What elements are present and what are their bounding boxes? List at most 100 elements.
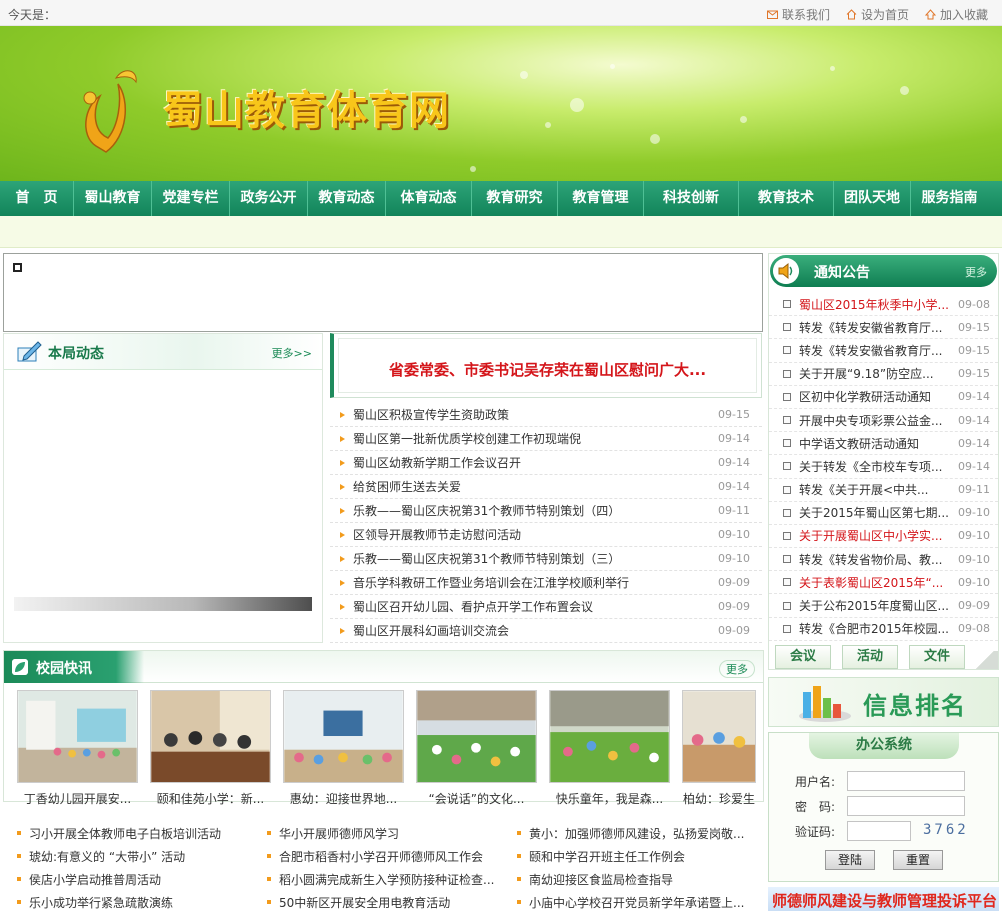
notice-item-title[interactable]: 关于表彰蜀山区2015年“...	[799, 574, 954, 591]
campus-photo[interactable]	[682, 690, 756, 783]
notice-row[interactable]: 开展中央专项彩票公益金... 09-14	[769, 409, 998, 433]
news-title[interactable]: 蜀山区第一批新优质学校创建工作初现端倪	[353, 430, 710, 447]
news-title[interactable]: 蜀山区召开幼儿园、看护点开学工作布置会议	[353, 598, 710, 615]
campus-photo-item[interactable]: 颐和佳苑小学：新...	[150, 690, 271, 807]
list-item[interactable]: 习小开展全体教师电子白板培训活动	[3, 824, 253, 842]
contact-us-link[interactable]: 联系我们	[766, 6, 830, 23]
news-row[interactable]: 蜀山区开展科幻画培训交流会 09-09	[330, 619, 762, 643]
list-item-title[interactable]: 琥幼:有意义的 “大带小” 活动	[29, 848, 185, 865]
campus-photo-caption[interactable]: 惠幼：迎接世界地...	[283, 790, 404, 807]
list-item[interactable]: 南幼迎接区食监局检查指导	[503, 870, 763, 888]
news-title[interactable]: 音乐学科教研工作暨业务培训会在江淮学校顺利举行	[353, 574, 710, 591]
nav-service-guide[interactable]: 服务指南	[911, 181, 988, 216]
campus-photo-item[interactable]: 柏幼：珍爱生	[682, 690, 756, 807]
list-item[interactable]: 乐小成功举行紧急疏散演练	[3, 893, 253, 911]
notice-item-title[interactable]: 关于2015年蜀山区第七期...	[799, 504, 954, 521]
notice-row[interactable]: 中学语文教研活动通知 09-14	[769, 432, 998, 456]
list-item[interactable]: 小庙中心学校召开党员新学年承诺暨上...	[503, 893, 763, 911]
nav-sports-news[interactable]: 体育动态	[386, 181, 472, 216]
notice-row[interactable]: 关于开展蜀山区中小学实... 09-10	[769, 525, 998, 549]
notice-row[interactable]: 关于公布2015年度蜀山区... 09-09	[769, 594, 998, 618]
campus-photo-caption[interactable]: 柏幼：珍爱生	[682, 790, 756, 807]
list-item-title[interactable]: 黄小：加强师德师风建设，弘扬爱岗敬...	[529, 825, 744, 842]
list-item-title[interactable]: 颐和中学召开班主任工作例会	[529, 848, 685, 865]
notice-row[interactable]: 关于转发《全市校车专项... 09-14	[769, 455, 998, 479]
notice-item-title[interactable]: 关于开展“9.18”防空应...	[799, 365, 954, 382]
notice-row[interactable]: 蜀山区2015年秋季中小学... 09-08	[769, 293, 998, 317]
notice-more-link[interactable]: 更多	[965, 264, 987, 280]
list-item[interactable]: 黄小：加强师德师风建设，弘扬爱岗敬...	[503, 824, 763, 842]
notice-row[interactable]: 关于2015年蜀山区第七期... 09-10	[769, 502, 998, 525]
list-item-title[interactable]: 50中新区开展安全用电教育活动	[279, 894, 450, 911]
notice-row[interactable]: 关于开展“9.18”防空应... 09-15	[769, 363, 998, 386]
set-homepage-link[interactable]: 设为首页	[846, 6, 909, 23]
campus-news-more-link[interactable]: 更多	[719, 660, 755, 678]
notice-row[interactable]: 转发《关于开展<中共... 09-11	[769, 479, 998, 502]
campus-photo[interactable]	[283, 690, 404, 783]
login-button[interactable]: 登陆	[825, 850, 875, 870]
news-title[interactable]: 蜀山区开展科幻画培训交流会	[353, 622, 710, 639]
list-item-title[interactable]: 习小开展全体教师电子白板培训活动	[29, 825, 221, 842]
list-item[interactable]: 华小开展师德师风学习	[253, 824, 503, 842]
nav-education-research[interactable]: 教育研究	[472, 181, 558, 216]
news-row[interactable]: 给贫困师生送去关爱 09-14	[330, 475, 762, 499]
notice-item-title[interactable]: 转发《转发安徽省教育厅...	[799, 319, 954, 336]
info-ranking-banner[interactable]: 信息排名	[768, 677, 999, 727]
add-favorite-link[interactable]: 加入收藏	[924, 6, 988, 23]
campus-photo-item[interactable]: 惠幼：迎接世界地...	[283, 690, 404, 807]
notice-item-title[interactable]: 开展中央专项彩票公益金...	[799, 412, 954, 429]
tab-meetings[interactable]: 会议	[775, 645, 831, 669]
notice-item-title[interactable]: 转发《转发省物价局、教...	[799, 551, 954, 568]
captcha-input[interactable]	[847, 821, 911, 841]
news-row[interactable]: 蜀山区召开幼儿园、看护点开学工作布置会议 09-09	[330, 595, 762, 619]
notice-row[interactable]: 转发《转发省物价局、教... 09-10	[769, 548, 998, 572]
campus-photo-item[interactable]: “会说话”的文化...	[416, 690, 537, 807]
tab-activities[interactable]: 活动	[842, 645, 898, 669]
news-title[interactable]: 乐教——蜀山区庆祝第31个教师节特别策划（四）	[353, 502, 710, 519]
news-title[interactable]: 给贫困师生送去关爱	[353, 478, 710, 495]
news-title[interactable]: 蜀山区积极宣传学生资助政策	[353, 406, 710, 423]
nav-tech-innovation[interactable]: 科技创新	[644, 181, 739, 216]
campus-photo[interactable]	[17, 690, 138, 783]
campus-photo-item[interactable]: 丁香幼儿园开展安...	[17, 690, 138, 807]
news-row[interactable]: 乐教——蜀山区庆祝第31个教师节特别策划（三） 09-10	[330, 547, 762, 571]
nav-home[interactable]: 首 页	[0, 181, 74, 216]
list-item[interactable]: 颐和中学召开班主任工作例会	[503, 847, 763, 865]
nav-shushan-education[interactable]: 蜀山教育	[74, 181, 152, 216]
nav-party-building[interactable]: 党建专栏	[152, 181, 230, 216]
notice-row[interactable]: 关于表彰蜀山区2015年“... 09-10	[769, 571, 998, 595]
captcha-image[interactable]: 3762	[923, 822, 969, 838]
password-input[interactable]	[847, 796, 965, 816]
campus-photo-caption[interactable]: 丁香幼儿园开展安...	[17, 790, 138, 807]
news-title[interactable]: 蜀山区幼教新学期工作会议召开	[353, 454, 710, 471]
list-item-title[interactable]: 华小开展师德师风学习	[279, 825, 399, 842]
campus-photo-caption[interactable]: 颐和佳苑小学：新...	[150, 790, 271, 807]
list-item[interactable]: 50中新区开展安全用电教育活动	[253, 893, 503, 911]
notice-item-title[interactable]: 区初中化学教研活动通知	[799, 388, 954, 405]
list-item-title[interactable]: 合肥市稻香村小学召开师德师风工作会	[279, 848, 483, 865]
notice-item-title[interactable]: 转发《转发安徽省教育厅...	[799, 342, 954, 359]
headline-link[interactable]: 省委常委、市委书记吴存荣在蜀山区慰问广大...	[339, 359, 756, 380]
notice-item-title[interactable]: 转发《关于开展<中共...	[799, 481, 954, 498]
campus-photo[interactable]	[549, 690, 670, 783]
notice-item-title[interactable]: 蜀山区2015年秋季中小学...	[799, 296, 954, 313]
list-item[interactable]: 琥幼:有意义的 “大带小” 活动	[3, 847, 253, 865]
list-item-title[interactable]: 小庙中心学校召开党员新学年承诺暨上...	[529, 894, 744, 911]
news-row[interactable]: 音乐学科教研工作暨业务培训会在江淮学校顺利举行 09-09	[330, 571, 762, 595]
news-row[interactable]: 蜀山区第一批新优质学校创建工作初现端倪 09-14	[330, 427, 762, 451]
list-item-title[interactable]: 乐小成功举行紧急疏散演练	[29, 894, 173, 911]
news-row[interactable]: 蜀山区积极宣传学生资助政策 09-15	[330, 403, 762, 427]
notice-row[interactable]: 转发《转发安徽省教育厅... 09-15	[769, 339, 998, 363]
notice-item-title[interactable]: 关于公布2015年度蜀山区...	[799, 597, 954, 614]
nav-education-management[interactable]: 教育管理	[558, 181, 644, 216]
list-item[interactable]: 稻小圆满完成新生入学预防接种证检查...	[253, 870, 503, 888]
campus-photo-caption[interactable]: “会说话”的文化...	[416, 790, 537, 807]
list-item-title[interactable]: 稻小圆满完成新生入学预防接种证检查...	[279, 871, 494, 888]
news-row[interactable]: 蜀山区幼教新学期工作会议召开 09-14	[330, 451, 762, 475]
notice-row[interactable]: 区初中化学教研活动通知 09-14	[769, 386, 998, 409]
news-title[interactable]: 区领导开展教师节走访慰问活动	[353, 526, 710, 543]
notice-item-title[interactable]: 转发《合肥市2015年校园...	[799, 620, 954, 637]
list-item-title[interactable]: 南幼迎接区食监局检查指导	[529, 871, 673, 888]
notice-item-title[interactable]: 关于开展蜀山区中小学实...	[799, 527, 954, 544]
username-input[interactable]	[847, 771, 965, 791]
